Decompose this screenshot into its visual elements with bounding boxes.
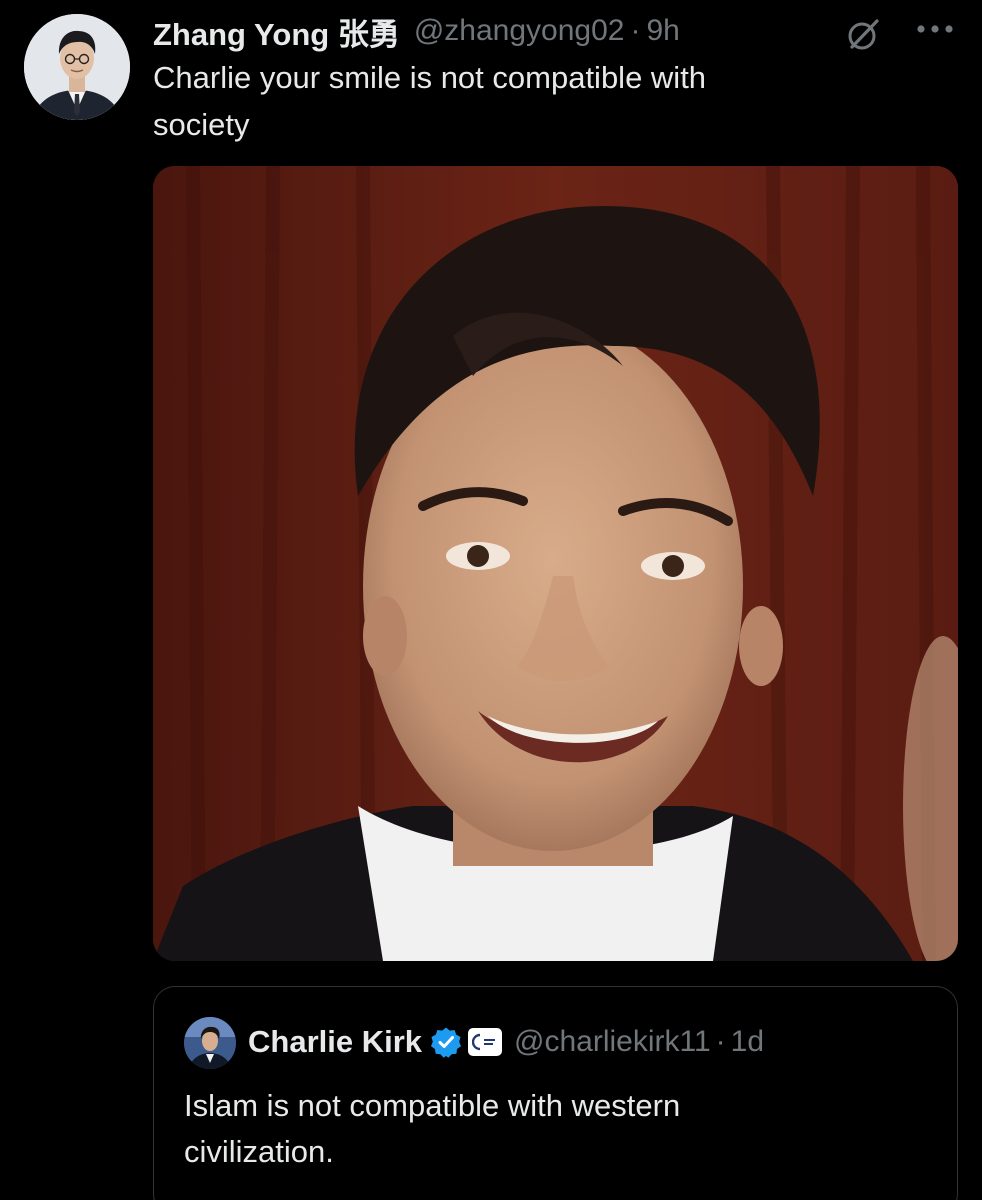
verified-badge-icon[interactable] <box>430 1026 462 1058</box>
tweet-text: Charlie your smile is not compatible wit… <box>153 54 913 148</box>
avatar-portrait <box>24 14 130 120</box>
more-options-icon[interactable] <box>914 22 956 36</box>
grok-icon[interactable] <box>846 16 882 52</box>
quoted-tweet-timestamp[interactable]: 1d <box>731 1025 764 1059</box>
author-display-name[interactable]: Zhang Yong 张勇 <box>153 9 400 54</box>
author-avatar[interactable] <box>24 14 130 120</box>
org-logo-icon <box>472 1033 496 1051</box>
quoted-separator-dot: · <box>715 1025 726 1058</box>
quoted-tweet-card[interactable]: Charlie Kirk @charliekirk11 · 1d Islam i… <box>153 986 958 1200</box>
tweet-timestamp[interactable]: 9h <box>646 14 679 48</box>
quoted-author-avatar[interactable] <box>184 1017 236 1069</box>
quoted-author-handle[interactable]: @charliekirk11 <box>514 1025 711 1059</box>
tweet-text-line: society <box>153 107 250 142</box>
separator-dot: · <box>630 14 641 47</box>
quoted-text-line: civilization. <box>184 1134 334 1169</box>
quoted-text-line: Islam is not compatible with western <box>184 1088 681 1123</box>
affiliate-org-badge-icon[interactable] <box>468 1028 503 1056</box>
quoted-tweet-text: Islam is not compatible with western civ… <box>184 1083 924 1175</box>
tweet[interactable]: Zhang Yong 张勇 @zhangyong02 · 9h Charlie … <box>0 0 982 1200</box>
tweet-media-photo[interactable] <box>153 166 958 961</box>
quoted-author-display-name[interactable]: Charlie Kirk <box>248 1024 422 1060</box>
tweet-text-line: Charlie your smile is not compatible wit… <box>153 60 707 95</box>
quoted-avatar-portrait <box>184 1017 236 1069</box>
tweet-header: Zhang Yong 张勇 @zhangyong02 · 9h <box>153 10 680 52</box>
photo-image <box>153 166 958 961</box>
author-handle[interactable]: @zhangyong02 <box>414 14 625 48</box>
quoted-tweet-header: Charlie Kirk @charliekirk11 · 1d <box>248 1019 764 1065</box>
